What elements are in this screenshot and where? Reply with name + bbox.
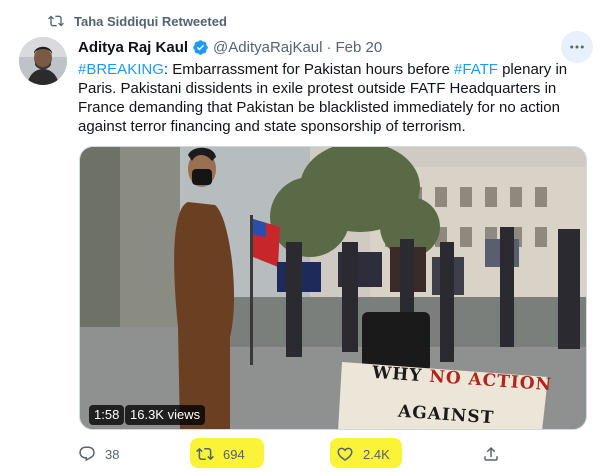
video-duration-badge: 1:58 xyxy=(89,405,125,425)
author-name[interactable]: Aditya Raj Kaul xyxy=(78,39,188,56)
hashtag-link-fatf[interactable]: #FATF xyxy=(454,61,498,78)
tweet-date[interactable]: Feb 20 xyxy=(335,39,382,56)
retweet-context[interactable]: Taha Siddiqui Retweeted xyxy=(48,12,227,30)
more-dots-icon xyxy=(570,45,584,49)
retweeted-by-text: Taha Siddiqui Retweeted xyxy=(74,13,227,29)
hashtag-link-breaking[interactable]: #BREAKING xyxy=(78,61,164,78)
reply-icon xyxy=(79,446,95,462)
header-separator: · xyxy=(326,38,332,56)
video-player[interactable]: WHY NO ACTION AGAINST 1:58 16.3K views xyxy=(79,146,587,430)
author-handle[interactable]: @AdityaRajKaul xyxy=(213,39,322,56)
retweet-button[interactable]: 694 xyxy=(196,442,245,466)
share-icon xyxy=(484,446,498,461)
reply-button[interactable]: 38 xyxy=(78,442,119,466)
tweet-text-segment: : Embarrassment for Pakistan hours befor… xyxy=(163,61,455,78)
video-views-badge: 16.3K views xyxy=(125,405,206,425)
tweet-text: #BREAKING: Embarrassment for Pakistan ho… xyxy=(78,60,578,136)
share-button[interactable] xyxy=(482,442,509,466)
retweet-icon xyxy=(196,447,214,461)
author-avatar[interactable] xyxy=(19,37,67,85)
reply-count: 38 xyxy=(105,446,120,462)
tweet-header: Aditya Raj Kaul @AdityaRajKaul · Feb 20 xyxy=(78,37,382,57)
like-button[interactable]: 2.4K xyxy=(336,442,390,466)
more-options-button[interactable] xyxy=(561,31,593,63)
retweet-icon xyxy=(48,13,64,29)
like-count: 2.4K xyxy=(363,446,390,462)
tweet-actions: 38 694 2.4K xyxy=(78,438,588,468)
retweet-count: 694 xyxy=(223,446,245,462)
heart-icon xyxy=(337,447,353,461)
verified-badge-icon xyxy=(192,39,209,56)
